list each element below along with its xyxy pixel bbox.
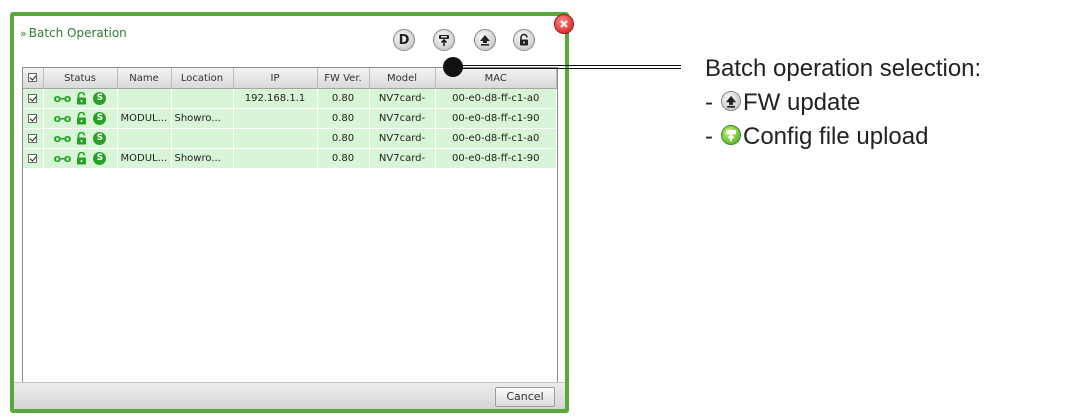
status-cell: o-o S: [43, 88, 118, 109]
model-cell: NV7card-: [369, 88, 436, 109]
annotation: Batch operation selection: - FW update -…: [705, 52, 981, 154]
column-header-fw-ver[interactable]: FW Ver.: [317, 68, 370, 89]
fw-ver-cell: 0.80: [317, 128, 370, 149]
callout-line: [461, 65, 681, 69]
d-icon: D: [398, 32, 410, 48]
d-button[interactable]: D: [393, 29, 415, 51]
link-icon: o-o: [53, 112, 72, 125]
unlock-icon: [77, 152, 87, 165]
column-header-status[interactable]: Status: [43, 68, 118, 89]
table-row[interactable]: o-o S MODUL... Showro... 0.80 NV7card- 0…: [23, 148, 557, 169]
s-status-icon: S: [93, 152, 107, 165]
annotation-dash: -: [705, 89, 713, 116]
unlock-icon: [520, 33, 528, 46]
mac-cell: 00-e0-d8-ff-c1-90: [435, 108, 557, 129]
unlock-icon: [77, 92, 87, 105]
dialog-title: » Batch Operation: [20, 26, 127, 40]
batch-operation-dialog: » Batch Operation D Status Name Location…: [10, 12, 574, 413]
s-status-icon: S: [93, 92, 107, 105]
table-row[interactable]: o-o S 192.168.1.1 0.80 NV7card- 00-e0-d8…: [23, 88, 557, 109]
device-table: Status Name Location IP FW Ver. Model MA…: [22, 67, 558, 385]
column-header-model[interactable]: Model: [369, 68, 436, 89]
location-cell: [171, 88, 234, 109]
name-cell: [117, 128, 172, 149]
mac-cell: 00-e0-d8-ff-c1-a0: [435, 88, 557, 109]
annotation-dash: -: [705, 123, 713, 150]
model-cell: NV7card-: [369, 128, 436, 149]
close-button[interactable]: [554, 14, 574, 34]
close-icon: [560, 20, 568, 28]
fw-update-button[interactable]: [474, 29, 496, 51]
s-status-icon: S: [93, 112, 107, 125]
ip-cell: [233, 128, 318, 149]
location-cell: Showro...: [171, 148, 234, 169]
fw-ver-cell: 0.80: [317, 108, 370, 129]
table-header: Status Name Location IP FW Ver. Model MA…: [23, 68, 557, 89]
name-cell: MODUL...: [117, 148, 172, 169]
table-row[interactable]: o-o S MODUL... Showro... 0.80 NV7card- 0…: [23, 108, 557, 129]
annotation-item-config-upload: - Config file upload: [705, 120, 981, 154]
status-cell: o-o S: [43, 148, 118, 169]
status-cell: o-o S: [43, 128, 118, 149]
link-icon: o-o: [53, 132, 72, 145]
fw-update-icon: [480, 35, 490, 46]
annotation-item-fw-update: - FW update: [705, 86, 981, 120]
link-icon: o-o: [53, 152, 72, 165]
annotation-label-fw-update: FW update: [743, 89, 861, 116]
dialog-footer: Cancel: [14, 382, 565, 409]
title-chevron-icon: »: [20, 27, 27, 40]
ip-cell: [233, 108, 318, 129]
mac-cell: 00-e0-d8-ff-c1-90: [435, 148, 557, 169]
ip-cell: 192.168.1.1: [233, 88, 318, 109]
select-all-checkbox[interactable]: [23, 68, 44, 89]
status-cell: o-o S: [43, 108, 118, 129]
checkbox-icon: [28, 73, 38, 82]
fw-ver-cell: 0.80: [317, 88, 370, 109]
mac-cell: 00-e0-d8-ff-c1-a0: [435, 128, 557, 149]
fw-ver-cell: 0.80: [317, 148, 370, 169]
column-header-ip[interactable]: IP: [233, 68, 318, 89]
checkbox-icon: [28, 153, 38, 163]
link-icon: o-o: [53, 92, 72, 105]
s-status-icon: S: [93, 132, 107, 145]
annotation-label-config-upload: Config file upload: [743, 123, 929, 150]
callout-dot: [443, 57, 463, 77]
ip-cell: [233, 148, 318, 169]
checkbox-icon: [28, 113, 38, 123]
unlock-icon: [77, 132, 87, 145]
column-header-name[interactable]: Name: [117, 68, 172, 89]
location-cell: Showro...: [171, 108, 234, 129]
row-checkbox[interactable]: [23, 88, 44, 109]
row-checkbox[interactable]: [23, 148, 44, 169]
name-cell: [117, 88, 172, 109]
dialog-title-text: Batch Operation: [28, 26, 127, 40]
row-checkbox[interactable]: [23, 108, 44, 129]
model-cell: NV7card-: [369, 108, 436, 129]
fw-update-icon: [721, 91, 741, 111]
config-upload-icon: [439, 35, 449, 46]
unlock-icon: [77, 112, 87, 125]
annotation-heading: Batch operation selection:: [705, 55, 982, 82]
cancel-button[interactable]: Cancel: [495, 387, 555, 407]
table-row[interactable]: o-o S 0.80 NV7card- 00-e0-d8-ff-c1-a0: [23, 128, 557, 149]
column-header-location[interactable]: Location: [171, 68, 234, 89]
checkbox-icon: [28, 93, 38, 103]
row-checkbox[interactable]: [23, 128, 44, 149]
location-cell: [171, 128, 234, 149]
config-upload-icon: [721, 125, 741, 145]
unlock-button[interactable]: [513, 29, 535, 51]
model-cell: NV7card-: [369, 148, 436, 169]
checkbox-icon: [28, 133, 38, 143]
name-cell: MODUL...: [117, 108, 172, 129]
config-upload-button[interactable]: [433, 29, 455, 51]
